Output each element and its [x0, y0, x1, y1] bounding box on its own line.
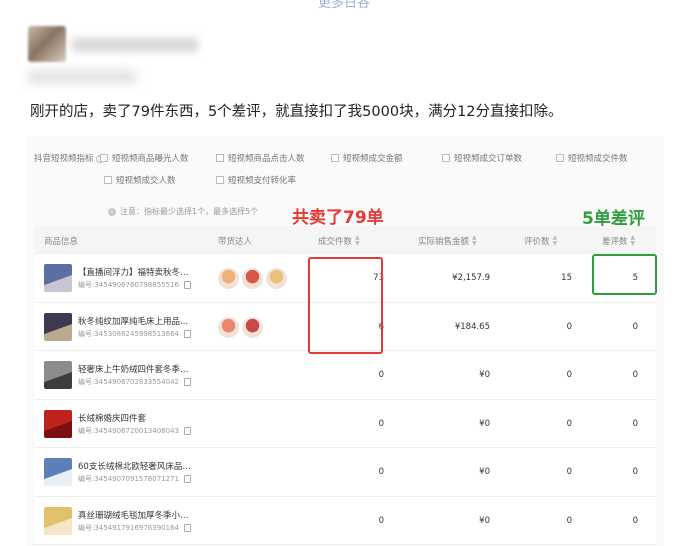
- avatar[interactable]: [28, 26, 66, 62]
- product-name[interactable]: 60支长绒棉北欧轻奢风床品四...: [78, 460, 194, 472]
- anchor-avatar[interactable]: [218, 268, 239, 289]
- product-id: 编号:3454906720013408043: [78, 426, 191, 436]
- metric-option[interactable]: 短视频成交订单数: [442, 152, 522, 164]
- sold-count: 0: [378, 515, 384, 526]
- anchor-avatar[interactable]: [242, 316, 263, 338]
- anchor-avatar[interactable]: [242, 268, 263, 289]
- more-link[interactable]: 更多日谷: [0, 0, 688, 11]
- copy-icon[interactable]: [183, 281, 191, 289]
- table-row[interactable]: 真丝珊瑚绒毛毯加厚冬季小毯... 编号:3454917916976390164 0 ¥…: [34, 497, 656, 545]
- bad-review-count: 0: [632, 418, 638, 429]
- sales-amount: ¥2,157.9: [452, 273, 490, 283]
- product-name[interactable]: 【直播间浮力】福特卖秋冬急...: [78, 266, 194, 278]
- author-name-blurred: [72, 38, 198, 52]
- sort-icon[interactable]: ▲ ▼: [631, 235, 636, 247]
- author-meta-blurred: [28, 70, 136, 84]
- col-bad-reviews[interactable]: 差评数 ▲ ▼: [602, 235, 636, 248]
- bad-review-count: 0: [632, 321, 638, 332]
- highlight-bad-reviews-box: [592, 254, 657, 295]
- review-count: 0: [566, 418, 572, 429]
- product-thumbnail[interactable]: [44, 506, 72, 535]
- sold-count: 0: [378, 467, 384, 477]
- bad-review-count: 0: [632, 467, 638, 477]
- product-name[interactable]: 长绒棉婚庆四件套: [78, 412, 194, 424]
- sales-amount: ¥184.65: [454, 321, 490, 332]
- checkbox-icon[interactable]: [104, 176, 112, 184]
- review-count: 0: [566, 321, 572, 332]
- copy-icon[interactable]: [183, 475, 191, 483]
- sold-count: 0: [378, 370, 384, 380]
- metric-note: i 注意：指标最少选择1个，最多选择5个: [108, 206, 258, 217]
- post-author: [28, 26, 228, 86]
- product-id: 编号:3454917916976390164: [78, 523, 191, 533]
- product-thumbnail[interactable]: [44, 409, 72, 438]
- table-row[interactable]: 长绒棉婚庆四件套 编号:3454906720013408043 0 ¥0 0 0: [34, 400, 656, 448]
- anchor-list: [218, 316, 263, 338]
- sort-icon[interactable]: ▲ ▼: [355, 235, 360, 247]
- sales-amount: ¥0: [479, 515, 490, 526]
- product-id: 编号:3454906760798855516: [78, 280, 191, 290]
- sort-icon[interactable]: ▲ ▼: [472, 235, 477, 247]
- product-thumbnail[interactable]: [44, 361, 72, 389]
- product-name[interactable]: 真丝珊瑚绒毛毯加厚冬季小毯...: [78, 509, 194, 521]
- product-name[interactable]: 秋冬纯纹加厚纯毛床上用品...: [78, 315, 194, 327]
- bad-review-count: 0: [632, 370, 638, 380]
- col-sold[interactable]: 成交件数 ▲ ▼: [318, 235, 360, 248]
- sales-amount: ¥0: [479, 418, 490, 429]
- sold-count: 0: [378, 418, 384, 429]
- sales-amount: ¥0: [479, 370, 490, 380]
- sort-icon[interactable]: ▲ ▼: [553, 235, 558, 247]
- review-count: 0: [566, 515, 572, 526]
- anchor-avatar[interactable]: [266, 268, 287, 289]
- post-body: 刚开的店，卖了79件东西，5个差评，就直接扣了我5000块，满分12分直接扣除。: [30, 104, 563, 120]
- col-product-info: 商品信息: [44, 237, 79, 247]
- checkbox-icon[interactable]: [331, 154, 339, 162]
- checkbox-icon[interactable]: [216, 176, 224, 184]
- info-icon: i: [108, 207, 116, 216]
- review-count: 15: [561, 273, 572, 283]
- product-thumbnail[interactable]: [44, 264, 72, 292]
- product-thumbnail[interactable]: [44, 458, 72, 486]
- metric-option[interactable]: 短视频支付转化率: [216, 174, 296, 186]
- table-header: 商品信息 带货达人 成交件数 ▲ ▼ 实际销售金额 ▲ ▼ 评价数 ▲ ▼ 差评数 ▲ ▼: [34, 226, 656, 254]
- product-name[interactable]: 轻奢床上牛奶绒四件套冬季加...: [78, 363, 194, 375]
- anchor-avatar[interactable]: [218, 316, 239, 338]
- table-row[interactable]: 轻奢床上牛奶绒四件套冬季加... 编号:3454906702833554042 0 ¥…: [34, 351, 656, 400]
- product-id: 编号:3453086245998513664: [78, 329, 191, 339]
- product-id: 编号:3454907091578071271: [78, 474, 191, 484]
- checkbox-icon[interactable]: [442, 154, 450, 162]
- col-anchor: 带货达人: [218, 237, 253, 247]
- review-count: 0: [566, 370, 572, 380]
- table-row[interactable]: 60支长绒棉北欧轻奢风床品四... 编号:3454907091578071271 0…: [34, 448, 656, 497]
- bad-review-count: 0: [632, 515, 638, 526]
- copy-icon[interactable]: [183, 378, 191, 386]
- checkbox-icon[interactable]: [216, 154, 224, 162]
- metric-group-label: 抖音短视频指标 ?: [34, 152, 105, 164]
- highlight-sold-box: [308, 257, 383, 354]
- callout-bad-reviews: 5单差评: [582, 209, 645, 229]
- metric-option[interactable]: 短视频成交件数: [556, 152, 628, 164]
- product-thumbnail[interactable]: [44, 312, 72, 341]
- copy-icon[interactable]: [183, 426, 191, 435]
- col-reviews[interactable]: 评价数 ▲ ▼: [524, 235, 558, 248]
- review-count: 0: [566, 467, 572, 477]
- metric-option[interactable]: 短视频商品曝光人数: [100, 152, 189, 164]
- checkbox-icon[interactable]: [556, 154, 564, 162]
- col-amount[interactable]: 实际销售金额 ▲ ▼: [418, 235, 477, 248]
- product-id: 编号:3454906702833554042: [78, 377, 191, 387]
- checkbox-icon[interactable]: [100, 154, 108, 162]
- callout-total-sold: 共卖了79单: [292, 208, 384, 228]
- copy-icon[interactable]: [183, 329, 191, 338]
- sales-amount: ¥0: [479, 467, 490, 477]
- metric-option[interactable]: 短视频成交人数: [104, 174, 176, 186]
- metric-option[interactable]: 短视频商品点击人数: [216, 152, 305, 164]
- anchor-list: [218, 268, 287, 289]
- metric-option[interactable]: 短视频成交金额: [331, 152, 403, 164]
- copy-icon[interactable]: [183, 523, 191, 532]
